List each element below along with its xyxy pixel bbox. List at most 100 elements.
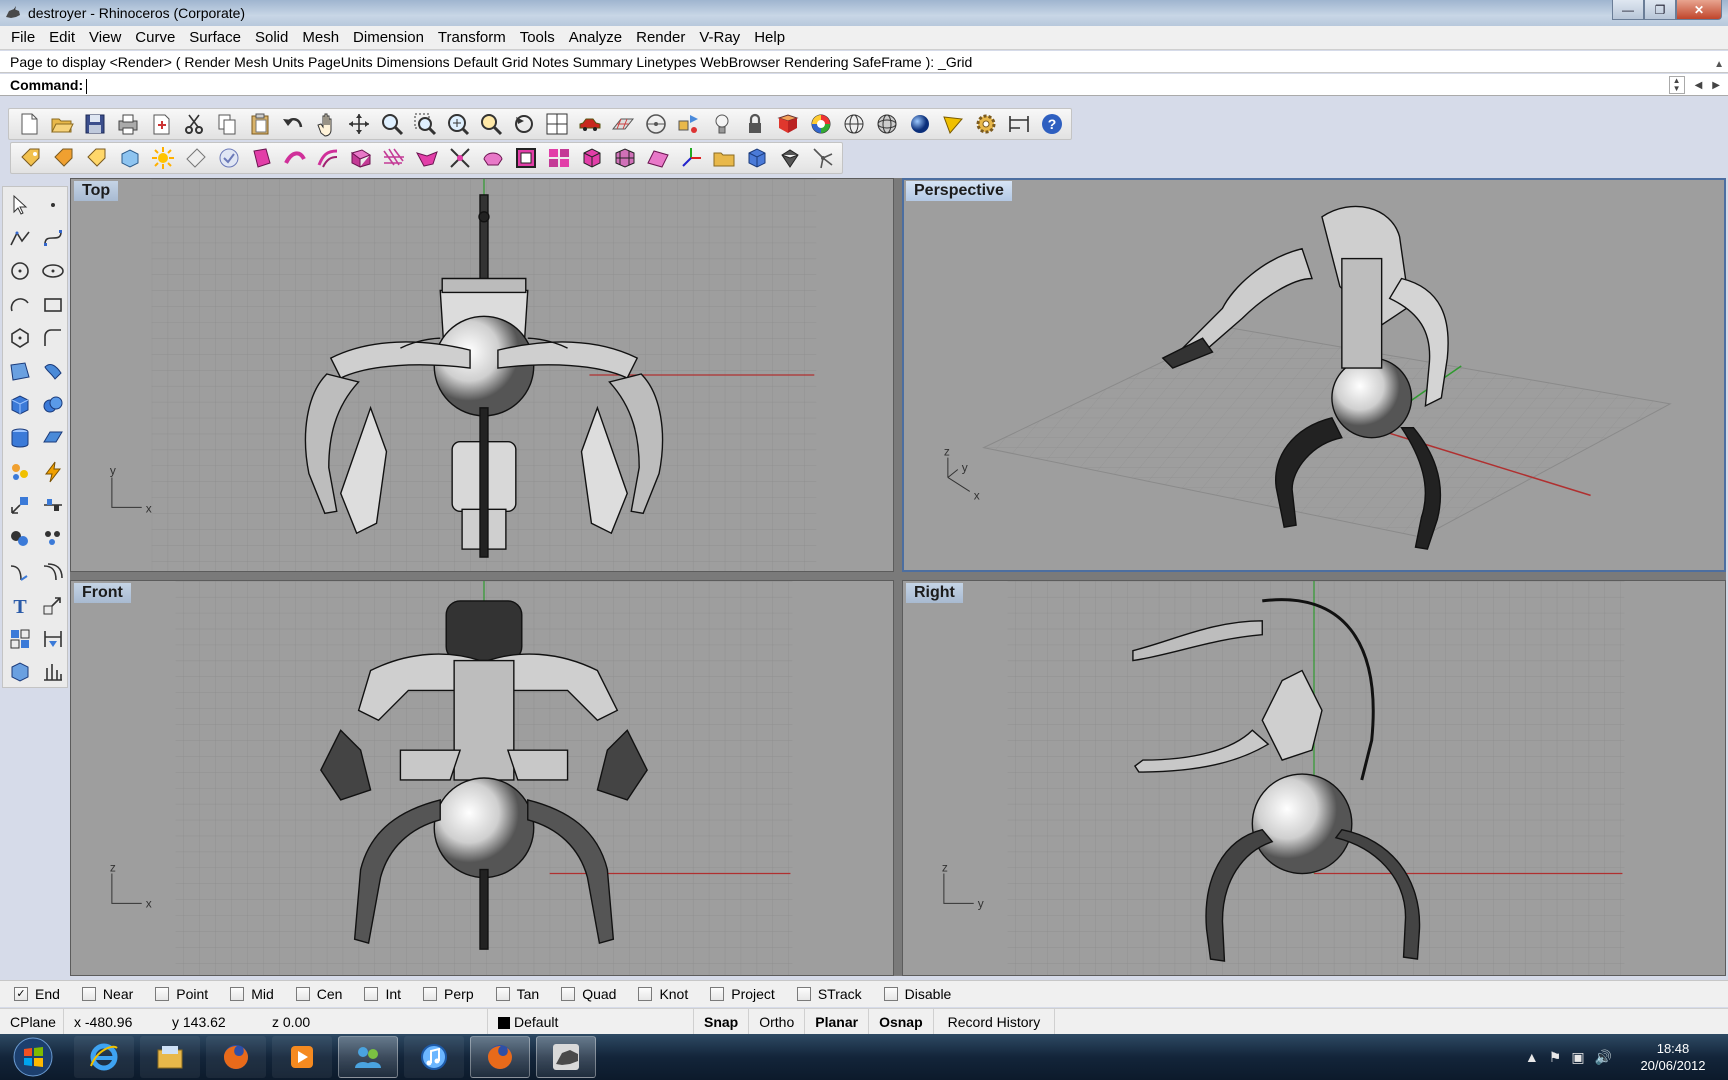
menu-help[interactable]: Help [747, 26, 792, 50]
taskbar-ie-icon[interactable] [74, 1036, 134, 1078]
options-gear-icon[interactable] [969, 109, 1002, 139]
surface-from-points-icon[interactable] [3, 355, 36, 388]
viewport-title-front[interactable]: Front [74, 583, 131, 603]
status-layer[interactable]: Default [488, 1008, 694, 1035]
wireframe-plane-icon[interactable] [606, 109, 639, 139]
osnap-point-checkbox[interactable] [155, 987, 170, 1001]
cylinder-icon[interactable] [3, 422, 36, 455]
osnap-near[interactable]: Near [81, 986, 133, 1002]
menu-render[interactable]: Render [629, 26, 692, 50]
osnap-cen[interactable]: Cen [295, 986, 342, 1002]
move-icon[interactable] [3, 489, 36, 522]
menu-view[interactable]: View [82, 26, 128, 50]
start-button[interactable] [8, 1035, 58, 1079]
sun-icon[interactable] [146, 143, 179, 173]
group-icon[interactable] [3, 522, 36, 555]
status-snap-button[interactable]: Snap [694, 1008, 750, 1035]
taskbar-itunes-icon[interactable] [404, 1036, 464, 1078]
viewport-title-perspective[interactable]: Perspective [906, 181, 1012, 201]
surface-array-icon[interactable] [542, 143, 575, 173]
viewport-title-right[interactable]: Right [906, 583, 963, 603]
folder-icon[interactable] [707, 143, 740, 173]
osnap-strack-checkbox[interactable] [796, 987, 811, 1001]
menu-dimension[interactable]: Dimension [346, 26, 431, 50]
shaded-car-icon[interactable] [573, 109, 606, 139]
select-filter-icon[interactable] [672, 109, 705, 139]
fold-surface-icon[interactable] [410, 143, 443, 173]
ruler-icon[interactable] [179, 143, 212, 173]
osnap-disable[interactable]: Disable [883, 986, 951, 1002]
save-icon[interactable] [78, 109, 111, 139]
align-icon[interactable] [36, 489, 69, 522]
shell-icon[interactable] [476, 143, 509, 173]
tray-network-icon[interactable]: ▣ [1571, 1049, 1584, 1066]
osnap-end-checkbox[interactable]: ✓ [14, 987, 28, 1001]
open-folder-icon[interactable] [45, 109, 78, 139]
curve-cv-icon[interactable] [36, 221, 69, 254]
pan-hand-icon[interactable] [309, 109, 342, 139]
taskbar-firefox-icon[interactable] [206, 1036, 266, 1078]
command-line[interactable]: Command: [0, 74, 1728, 96]
rhino-app-icon[interactable] [4, 4, 22, 22]
tray-action-center-icon[interactable]: ⚑ [1549, 1049, 1562, 1066]
osnap-quad-checkbox[interactable] [561, 987, 576, 1001]
four-viewports-icon[interactable] [540, 109, 573, 139]
lock-icon[interactable] [738, 109, 771, 139]
new-file-icon[interactable] [12, 109, 45, 139]
osnap-perp[interactable]: Perp [423, 986, 474, 1002]
lightning-icon[interactable] [36, 455, 69, 488]
cut-icon[interactable] [177, 109, 210, 139]
viewport-perspective[interactable]: Perspective z y x [902, 178, 1726, 572]
print-icon[interactable] [111, 109, 144, 139]
contour-icon[interactable] [36, 655, 69, 688]
viewport-right[interactable]: Right z y [902, 580, 1726, 976]
mesh-sphere-icon[interactable] [870, 109, 903, 139]
check-disc-icon[interactable] [212, 143, 245, 173]
tag-orange-icon[interactable] [47, 143, 80, 173]
planar-surface-icon[interactable] [36, 422, 69, 455]
polyline-icon[interactable] [3, 221, 36, 254]
block-icon[interactable] [3, 622, 36, 655]
color-wheel-icon[interactable] [804, 109, 837, 139]
close-button[interactable]: ✕ [1676, 0, 1722, 20]
layer-icon[interactable] [771, 109, 804, 139]
scale-icon[interactable] [36, 589, 69, 622]
boolean-union-icon[interactable] [36, 388, 69, 421]
help-icon[interactable]: ? [1035, 109, 1068, 139]
undo-icon[interactable] [276, 109, 309, 139]
mesh-tools-icon[interactable] [3, 455, 36, 488]
tag-yellow-icon[interactable] [80, 143, 113, 173]
dimension-icon[interactable] [1002, 109, 1035, 139]
zoom-icon[interactable] [375, 109, 408, 139]
sweep-icon[interactable] [278, 143, 311, 173]
next-arrow-icon[interactable]: ▶ [1712, 80, 1720, 91]
split-icon[interactable] [443, 143, 476, 173]
osnap-project[interactable]: Project [710, 986, 775, 1002]
circle-icon[interactable] [3, 255, 36, 288]
menu-analyze[interactable]: Analyze [562, 26, 629, 50]
tray-volume-icon[interactable]: 🔊 [1595, 1049, 1612, 1066]
import-icon[interactable] [144, 109, 177, 139]
polygon-icon[interactable] [3, 322, 36, 355]
status-planar-button[interactable]: Planar [805, 1008, 870, 1035]
zoom-window-icon[interactable] [408, 109, 441, 139]
front-view-canvas[interactable]: z x [71, 581, 893, 975]
osnap-perp-checkbox[interactable] [423, 987, 438, 1001]
status-osnap-button[interactable]: Osnap [869, 1008, 934, 1035]
menu-tools[interactable]: Tools [513, 26, 562, 50]
osnap-mid[interactable]: Mid [230, 986, 274, 1002]
property-tag-icon[interactable] [14, 143, 47, 173]
prev-arrow-icon[interactable]: ◀ [1695, 80, 1703, 91]
viewport-top[interactable]: Top y x [70, 178, 894, 572]
material-ball-icon[interactable] [773, 143, 806, 173]
osnap-int[interactable]: Int [364, 986, 401, 1002]
menu-mesh[interactable]: Mesh [295, 26, 346, 50]
top-view-canvas[interactable]: y x [71, 179, 893, 571]
sphere-wire-icon[interactable] [837, 109, 870, 139]
mesh-box-icon[interactable] [608, 143, 641, 173]
viewport-front[interactable]: Front z x [70, 580, 894, 976]
taskbar-rhino-icon[interactable] [536, 1036, 596, 1078]
extrude-curve-icon[interactable] [36, 355, 69, 388]
status-record-history-button[interactable]: Record History [934, 1008, 1056, 1035]
loft-icon[interactable] [311, 143, 344, 173]
